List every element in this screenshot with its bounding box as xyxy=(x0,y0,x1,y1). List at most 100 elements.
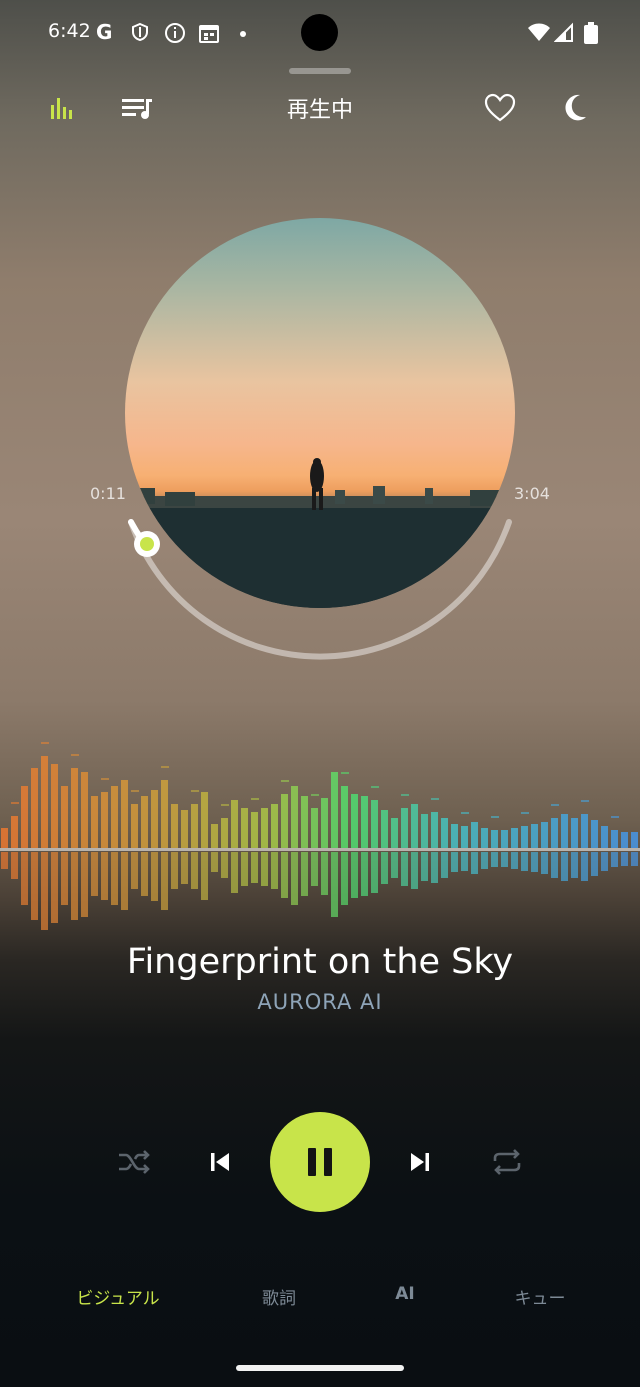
spectrum-bar-reflection xyxy=(511,852,518,869)
spectrum-peak xyxy=(581,800,589,802)
previous-icon[interactable] xyxy=(202,1144,238,1180)
spectrum-bar-reflection xyxy=(81,852,88,917)
spectrum-bar-reflection xyxy=(231,852,238,893)
signal-icon xyxy=(553,22,574,47)
spectrum-bar xyxy=(281,794,288,848)
spectrum-bar-reflection xyxy=(271,852,278,889)
spectrum-bar-reflection xyxy=(21,852,28,905)
google-icon: G xyxy=(96,20,113,44)
spectrum-bar-reflection xyxy=(461,852,468,871)
spectrum-bar-reflection xyxy=(491,852,498,867)
spectrum-bar xyxy=(481,828,488,848)
spectrum-bar-reflection xyxy=(521,852,528,871)
spectrum-peak xyxy=(611,816,619,818)
repeat-icon[interactable] xyxy=(487,1142,527,1182)
spectrum-bar-reflection xyxy=(41,852,48,930)
spectrum-bar xyxy=(51,764,58,848)
spectrum-bar-reflection xyxy=(611,852,618,867)
shield-icon xyxy=(130,22,150,47)
spectrum-bar-reflection xyxy=(451,852,458,872)
spectrum-bar-reflection xyxy=(631,852,638,866)
spectrum-bar xyxy=(181,810,188,848)
tab-lyrics[interactable]: 歌詞 xyxy=(229,1284,329,1309)
gesture-bar xyxy=(0,1348,640,1387)
tab-queue[interactable]: キュー xyxy=(490,1284,590,1309)
sheet-drag-handle[interactable] xyxy=(289,68,351,74)
total-duration: 3:04 xyxy=(514,484,550,503)
spectrum-peak xyxy=(131,790,139,792)
tab-visual[interactable]: ビジュアル xyxy=(58,1284,178,1309)
spectrum-peak xyxy=(371,786,379,788)
battery-icon xyxy=(584,22,598,49)
spectrum-bar-reflection xyxy=(121,852,128,910)
home-indicator[interactable] xyxy=(236,1365,404,1371)
front-camera xyxy=(301,14,338,51)
spectrum-bar-reflection xyxy=(211,852,218,872)
moon-icon[interactable] xyxy=(559,90,595,126)
spectrum-bar xyxy=(11,816,18,848)
spectrum-bar-reflection xyxy=(201,852,208,900)
track-title: Fingerprint on the Sky xyxy=(126,942,514,982)
pause-button[interactable] xyxy=(270,1112,370,1212)
spectrum-bar xyxy=(491,830,498,848)
spectrum-bar-reflection xyxy=(381,852,388,884)
tab-ai[interactable]: AI xyxy=(375,1284,435,1304)
spectrum-bar-reflection xyxy=(581,852,588,881)
spectrum-bar xyxy=(141,796,148,848)
spectrum-peak xyxy=(491,816,499,818)
spectrum-bar-reflection xyxy=(101,852,108,900)
spectrum-bar xyxy=(611,830,618,848)
spectrum-bar xyxy=(511,828,518,848)
spectrum-bar xyxy=(41,756,48,848)
spectrum-bar xyxy=(311,808,318,848)
top-bar: 再生中 xyxy=(0,80,640,136)
next-icon[interactable] xyxy=(402,1144,438,1180)
audio-visualizer xyxy=(0,730,640,950)
spectrum-bar-reflection xyxy=(311,852,318,886)
pause-icon xyxy=(308,1148,332,1176)
spectrum-bar xyxy=(81,772,88,848)
spectrum-bar xyxy=(61,786,68,848)
spectrum-bar-reflection xyxy=(501,852,508,867)
spectrum-bar-reflection xyxy=(61,852,68,905)
spectrum-bar-reflection xyxy=(351,852,358,898)
spectrum-bar-reflection xyxy=(371,852,378,893)
spectrum-bar xyxy=(371,800,378,848)
spectrum-bar xyxy=(521,826,528,848)
shuffle-icon[interactable] xyxy=(114,1142,154,1182)
spectrum-bar xyxy=(291,786,298,848)
spectrum-bar-reflection xyxy=(621,852,628,866)
spectrum-bar xyxy=(501,830,508,848)
spectrum-bar-reflection xyxy=(221,852,228,878)
spectrum-bar-reflection xyxy=(51,852,58,923)
calendar-icon xyxy=(198,22,220,49)
spectrum-peak xyxy=(101,778,109,780)
spectrum-bar xyxy=(351,794,358,848)
spectrum-bar xyxy=(601,826,608,848)
heart-icon[interactable] xyxy=(482,90,518,126)
spectrum-bar xyxy=(391,818,398,848)
spectrum-bar-reflection xyxy=(421,852,428,881)
spectrum-bar xyxy=(581,814,588,848)
spectrum-bar-reflection xyxy=(401,852,408,886)
progress-thumb[interactable] xyxy=(0,200,640,660)
spectrum-bar-reflection xyxy=(331,852,338,917)
spectrum-bar-reflection xyxy=(591,852,598,876)
spectrum-bar-reflection xyxy=(431,852,438,883)
spectrum-bar-reflection xyxy=(71,852,78,920)
player-disc: 0:11 3:04 xyxy=(0,200,640,660)
spectrum-bar xyxy=(271,804,278,848)
spectrum-bar xyxy=(331,772,338,848)
spectrum-bar-reflection xyxy=(1,852,8,869)
spectrum-bar-reflection xyxy=(341,852,348,905)
spectrum-bar-reflection xyxy=(241,852,248,886)
dot-icon xyxy=(238,24,248,44)
spectrum-bar-reflection xyxy=(561,852,568,881)
spectrum-peak xyxy=(521,812,529,814)
spectrum-bar-reflection xyxy=(191,852,198,889)
spectrum-bar xyxy=(471,822,478,848)
spectrum-bar xyxy=(401,808,408,848)
spectrum-bar-reflection xyxy=(411,852,418,889)
spectrum-bar xyxy=(451,824,458,848)
spectrum-bar xyxy=(101,792,108,848)
